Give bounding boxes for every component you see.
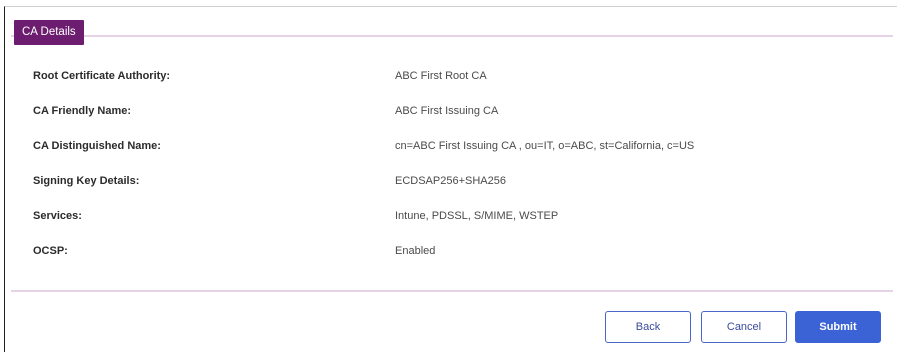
distinguished-name-label: CA Distinguished Name: (33, 139, 161, 152)
services-label: Services: (33, 209, 82, 222)
section-title-tab: CA Details (14, 20, 84, 45)
services-value: Intune, PDSSL, S/MIME, WSTEP (395, 209, 559, 222)
cancel-button[interactable]: Cancel (701, 311, 787, 343)
section-divider-bottom (11, 290, 893, 292)
detail-row-services: Services: Intune, PDSSL, S/MIME, WSTEP (33, 198, 873, 233)
friendly-name-value: ABC First Issuing CA (395, 104, 499, 117)
section-divider-top (11, 35, 893, 37)
detail-row-root-ca: Root Certificate Authority: ABC First Ro… (33, 58, 873, 93)
detail-row-friendly-name: CA Friendly Name: ABC First Issuing CA (33, 93, 873, 128)
signing-key-label: Signing Key Details: (33, 174, 140, 187)
root-ca-label: Root Certificate Authority: (33, 69, 171, 82)
ocsp-label: OCSP: (33, 244, 68, 257)
distinguished-name-value: cn=ABC First Issuing CA , ou=IT, o=ABC, … (395, 139, 695, 152)
ca-details-panel: CA Details Root Certificate Authority: A… (4, 6, 897, 352)
detail-row-ocsp: OCSP: Enabled (33, 233, 873, 268)
details-list: Root Certificate Authority: ABC First Ro… (33, 58, 873, 268)
root-ca-value: ABC First Root CA (395, 69, 487, 82)
signing-key-value: ECDSAP256+SHA256 (395, 174, 506, 187)
detail-row-signing-key: Signing Key Details: ECDSAP256+SHA256 (33, 163, 873, 198)
detail-row-distinguished-name: CA Distinguished Name: cn=ABC First Issu… (33, 128, 873, 163)
ocsp-value: Enabled (395, 244, 436, 257)
friendly-name-label: CA Friendly Name: (33, 104, 132, 117)
submit-button[interactable]: Submit (795, 311, 881, 343)
back-button[interactable]: Back (605, 311, 691, 343)
